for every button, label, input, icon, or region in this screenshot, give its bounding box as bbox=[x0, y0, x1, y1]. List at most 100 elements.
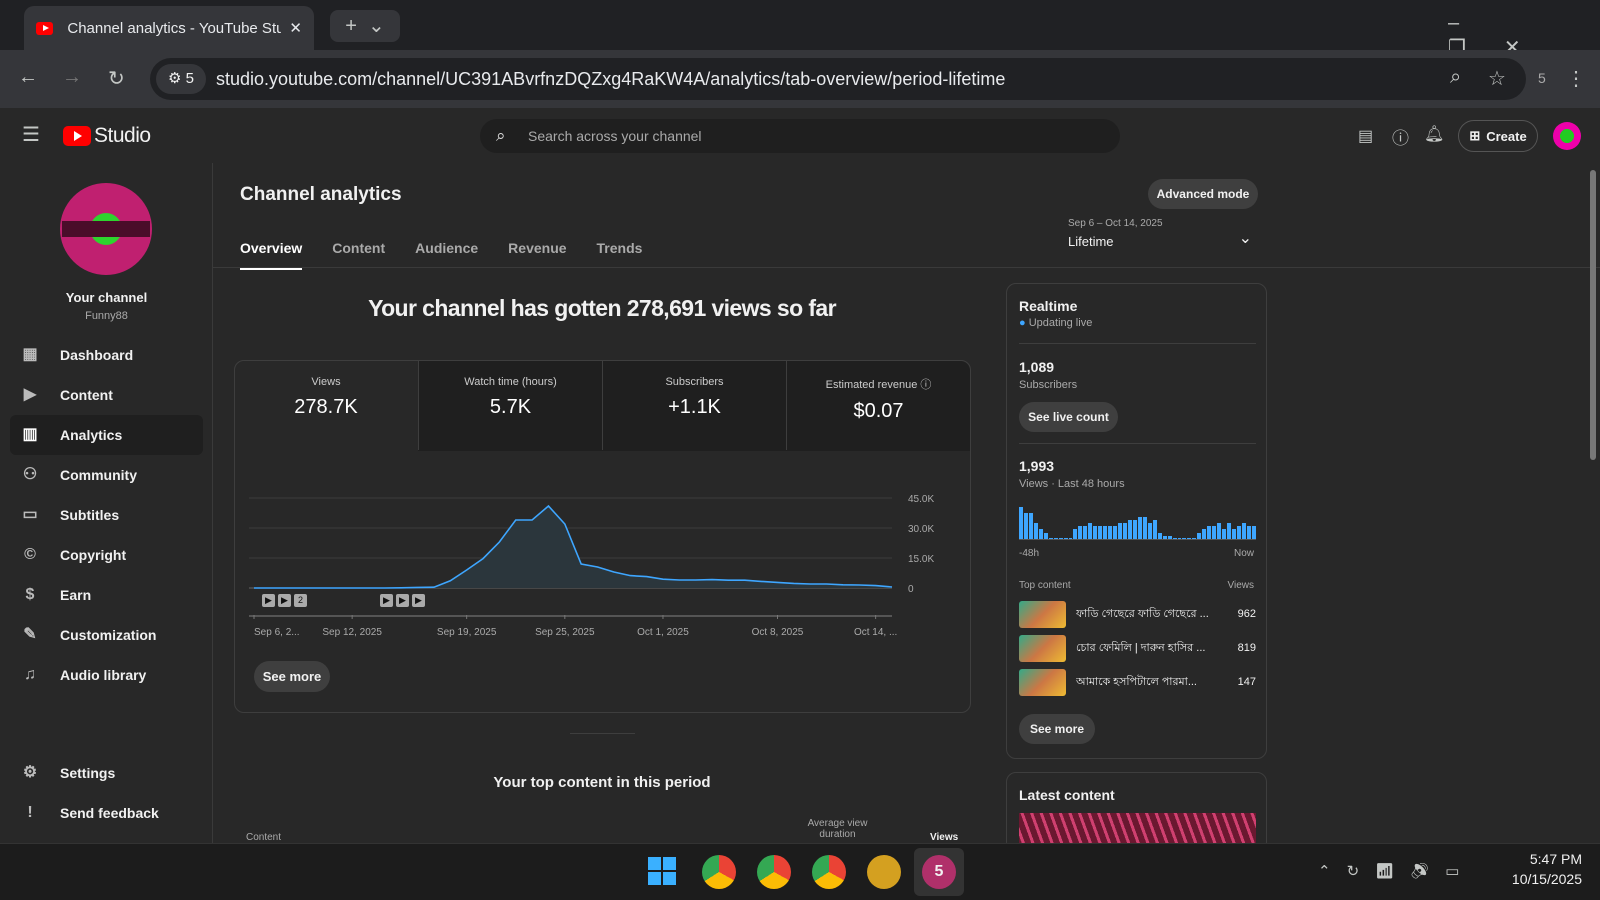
metric-views[interactable]: Views 278.7K bbox=[234, 360, 418, 450]
video-views: 819 bbox=[1237, 642, 1256, 654]
realtime-bar bbox=[1132, 519, 1137, 539]
x-tick-label: Sep 12, 2025 bbox=[322, 627, 382, 638]
sidebar-item-subtitles[interactable]: ▭ Subtitles bbox=[10, 495, 203, 535]
create-button[interactable]: ⊞ Create bbox=[1458, 120, 1538, 152]
realtime-bar bbox=[1127, 519, 1132, 539]
tab-trends[interactable]: Trends bbox=[597, 240, 643, 270]
realtime-bar bbox=[1142, 516, 1147, 539]
x-tick-label: Sep 19, 2025 bbox=[437, 627, 497, 638]
back-icon[interactable]: ← bbox=[18, 66, 38, 89]
bookmark-star-icon[interactable]: ☆ bbox=[1488, 66, 1506, 91]
sidebar-item-earn[interactable]: $ Earn bbox=[10, 575, 203, 615]
app-icon[interactable] bbox=[867, 855, 901, 889]
realtime-bar bbox=[1033, 523, 1038, 539]
realtime-bar bbox=[1113, 526, 1118, 539]
dashboard-icon: ▦ bbox=[22, 346, 38, 363]
y-tick-label: 15.0K bbox=[908, 554, 934, 565]
sidebar-item-customization[interactable]: ✎ Customization bbox=[10, 615, 203, 655]
metric-watch-time[interactable]: Watch time (hours) 5.7K bbox=[418, 360, 602, 450]
headline: Your channel has gotten 278,691 views so… bbox=[368, 295, 836, 321]
close-tab-icon[interactable]: ✕ bbox=[289, 19, 302, 37]
realtime-bar bbox=[1063, 538, 1068, 539]
sidebar-item-audio-library[interactable]: ♫ Audio library bbox=[10, 655, 203, 695]
account-avatar[interactable] bbox=[1553, 122, 1581, 150]
extension-count[interactable]: 5 bbox=[1538, 70, 1546, 86]
help-icon[interactable]: ⓘ bbox=[1392, 124, 1409, 149]
tab-overview[interactable]: Overview bbox=[240, 240, 303, 270]
clock[interactable]: 5:47 PM 10/15/2025 bbox=[1490, 851, 1582, 887]
realtime-card: Realtime ● Updating live 1,089 Subscribe… bbox=[1006, 283, 1267, 759]
sidebar-item-settings[interactable]: ⚙ Settings bbox=[10, 753, 203, 793]
sidebar-item-feedback[interactable]: ! Send feedback bbox=[10, 793, 203, 833]
realtime-bar bbox=[1043, 532, 1048, 539]
windows-start-icon[interactable] bbox=[648, 857, 676, 885]
site-info-button[interactable]: ⚙ 5 bbox=[156, 64, 206, 94]
chrome-icon[interactable] bbox=[812, 855, 846, 889]
chrome-icon[interactable] bbox=[702, 855, 736, 889]
realtime-bar bbox=[1058, 538, 1063, 539]
top-content-item[interactable]: আমাকে হসপিটালে পারমা... 147 bbox=[1019, 668, 1256, 696]
channel-avatar[interactable] bbox=[60, 183, 152, 275]
realtime-views: 1,993 bbox=[1019, 458, 1055, 474]
area-fill bbox=[254, 506, 892, 588]
tab-audience[interactable]: Audience bbox=[415, 240, 478, 270]
sidebar-item-copyright[interactable]: © Copyright bbox=[10, 535, 203, 575]
metric-revenue[interactable]: Estimated revenue ⓘ $0.07 bbox=[786, 360, 970, 450]
divider bbox=[213, 267, 1600, 268]
scrollbar[interactable] bbox=[1590, 170, 1596, 460]
studio-logo[interactable]: Studio bbox=[63, 124, 151, 148]
sidebar-item-dashboard[interactable]: ▦ Dashboard bbox=[10, 335, 203, 375]
top-content-title: Your top content in this period bbox=[493, 774, 711, 791]
realtime-bar bbox=[1241, 523, 1246, 539]
realtime-bar bbox=[1167, 535, 1172, 539]
y-tick-label: 0 bbox=[908, 584, 914, 595]
metric-subscribers[interactable]: Subscribers +1.1K bbox=[602, 360, 786, 450]
top-content-item[interactable]: চোর ফেমিলি | দারুন হাসির ... 819 bbox=[1019, 634, 1256, 662]
system-tray-icons[interactable]: ⌃↻📶︎🔊︎▭ bbox=[1318, 862, 1475, 880]
col-views[interactable]: Views bbox=[930, 832, 958, 843]
video-views: 147 bbox=[1237, 676, 1256, 688]
new-tab-button[interactable]: + ⌄ bbox=[330, 10, 400, 42]
magic-wand-icon: ✎ bbox=[23, 626, 37, 643]
zoom-icon[interactable]: ⌕ bbox=[1450, 66, 1461, 89]
see-more-button[interactable]: See more bbox=[254, 661, 330, 692]
top-content-item[interactable]: ফাডি গেছেরে ফাডি গেছেরে ... 962 bbox=[1019, 600, 1256, 628]
views-chart[interactable]: 45.0K 30.0K 15.0K 0 Sep 6, 2... Sep 12, 2025 S… bbox=[240, 480, 960, 640]
advanced-mode-button[interactable]: Advanced mode bbox=[1148, 179, 1258, 209]
realtime-bar bbox=[1068, 538, 1073, 539]
realtime-bar-chart[interactable] bbox=[1019, 506, 1256, 540]
sidebar-item-content[interactable]: ▶ Content bbox=[10, 375, 203, 415]
menu-icon[interactable]: ⋮ bbox=[1566, 66, 1586, 91]
chrome-icon[interactable] bbox=[757, 855, 791, 889]
search-input[interactable]: ⌕ Search across your channel bbox=[480, 119, 1120, 153]
forward-icon[interactable]: → bbox=[62, 66, 82, 89]
url-input[interactable]: studio.youtube.com/channel/UC391ABvrfnzD… bbox=[150, 58, 1526, 100]
messages-icon[interactable]: ▤ bbox=[1358, 126, 1373, 146]
realtime-bar bbox=[1073, 529, 1078, 539]
x-tick-label: Oct 1, 2025 bbox=[637, 627, 689, 638]
active-app-icon[interactable]: 5 bbox=[922, 855, 956, 889]
realtime-bar bbox=[1083, 526, 1088, 539]
realtime-see-more-button[interactable]: See more bbox=[1019, 714, 1095, 744]
see-live-count-button[interactable]: See live count bbox=[1019, 402, 1118, 432]
browser-tab[interactable]: Channel analytics - YouTube Studio ✕ bbox=[24, 6, 314, 50]
content-icon: ▶ bbox=[23, 386, 37, 403]
realtime-bar bbox=[1197, 532, 1202, 539]
col-avd: Average view duration bbox=[807, 818, 868, 840]
realtime-bar bbox=[1172, 538, 1177, 539]
tab-revenue[interactable]: Revenue bbox=[508, 240, 566, 270]
x-tick-label: Sep 25, 2025 bbox=[535, 627, 595, 638]
reload-icon[interactable]: ↻ bbox=[108, 66, 125, 91]
realtime-bar bbox=[1088, 523, 1093, 539]
realtime-bar bbox=[1078, 526, 1083, 539]
hamburger-icon[interactable]: ☰ bbox=[22, 122, 40, 147]
sidebar-item-community[interactable]: ⚇ Community bbox=[10, 455, 203, 495]
period-selector[interactable]: Sep 6 – Oct 14, 2025 Lifetime ⌄ bbox=[1068, 218, 1258, 258]
realtime-bar bbox=[1108, 526, 1113, 539]
tab-content[interactable]: Content bbox=[332, 240, 385, 270]
video-thumbnail bbox=[1019, 600, 1066, 628]
video-markers-2[interactable]: ▶ ▶ ▶ bbox=[380, 594, 425, 607]
video-markers-1[interactable]: ▶ ▶ 2 bbox=[262, 594, 307, 607]
bell-icon[interactable]: 🔔︎ bbox=[1424, 124, 1444, 144]
sidebar-item-analytics[interactable]: ▥ Analytics bbox=[10, 415, 203, 455]
